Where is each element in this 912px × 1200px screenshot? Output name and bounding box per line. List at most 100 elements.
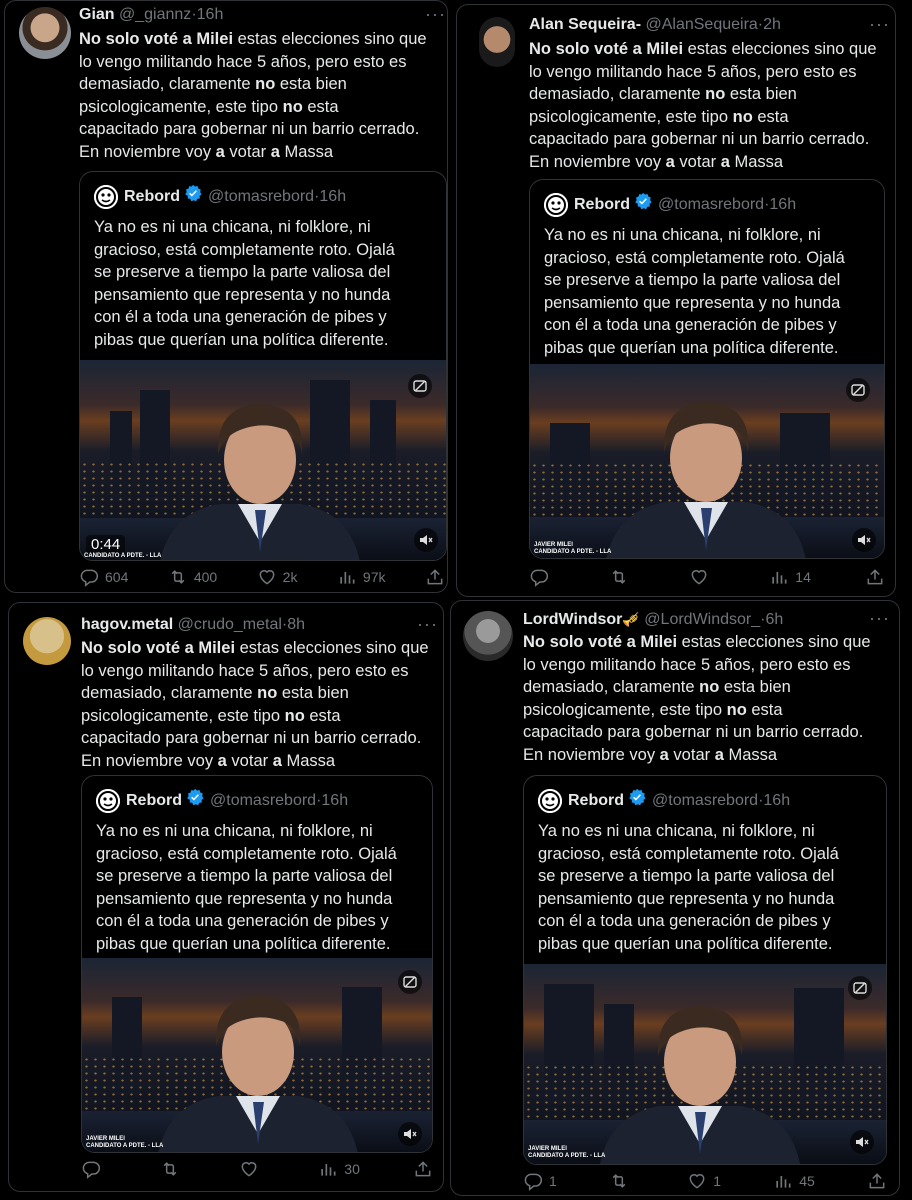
quoted-avatar[interactable] <box>538 788 562 813</box>
retweet-button[interactable] <box>609 567 635 587</box>
quoted-author-handle[interactable]: @tomasrebord <box>652 790 758 812</box>
gif-icon[interactable] <box>846 378 870 402</box>
video-player[interactable]: JAVIER MILEI CANDIDATO A PDTE. - LLA <box>82 958 432 1152</box>
tweet-text-line: demasiado, claramente no esta bien <box>81 684 349 702</box>
like-button[interactable] <box>239 1159 265 1179</box>
quoted-author-handle[interactable]: @tomasrebord <box>208 186 314 208</box>
tweet-card[interactable]: Gian @_giannz·16h ··· No solo voté a Mil… <box>4 0 448 593</box>
retweet-button[interactable] <box>160 1159 186 1179</box>
more-options-icon[interactable]: ··· <box>869 15 890 33</box>
avatar[interactable] <box>23 617 71 665</box>
avatar[interactable] <box>463 611 513 661</box>
quoted-tweet[interactable]: Rebord @tomasrebord · 16h Ya no es ni una … <box>79 171 447 561</box>
author-name[interactable]: Alan Sequeira- <box>529 16 641 33</box>
quoted-avatar[interactable] <box>94 184 118 209</box>
quoted-author-name[interactable]: Rebord <box>124 186 180 208</box>
quoted-text-line: gracioso, está completamente roto. Ojalá <box>538 844 839 863</box>
author-handle[interactable]: @AlanSequeira <box>645 16 757 33</box>
timestamp[interactable]: 2h <box>763 16 781 33</box>
tweet-text-line: No solo voté a Milei estas elecciones si… <box>79 30 427 48</box>
gif-icon[interactable] <box>848 976 872 1000</box>
tweet-text-line: demasiado, claramente no esta bien <box>523 678 791 696</box>
reply-button[interactable]: 604 <box>79 567 128 587</box>
avatar[interactable] <box>479 17 515 67</box>
tweet-card[interactable]: LordWindsor🎺 @LordWindsor_·6h ··· No sol… <box>450 600 900 1196</box>
video-player[interactable]: JAVIER MILEI CANDIDATO A PDTE. - LLA <box>524 964 886 1164</box>
video-player[interactable]: 0:44 CANDIDATO A PDTE. - LLA <box>80 360 446 560</box>
author-name[interactable]: Gian <box>79 6 115 23</box>
quoted-tweet[interactable]: Rebord @tomasrebord · 16h Ya no es ni una … <box>529 179 885 559</box>
video-lower-third: JAVIER MILEI CANDIDATO A PDTE. - LLA <box>534 542 612 555</box>
timestamp[interactable]: 16h <box>197 6 224 23</box>
mute-icon[interactable] <box>850 1130 874 1154</box>
quoted-author-handle[interactable]: @tomasrebord <box>658 194 764 216</box>
quoted-tweet[interactable]: Rebord @tomasrebord · 16h Ya no es ni una … <box>523 775 887 1165</box>
tweet-text-line: No solo voté a Milei estas elecciones si… <box>529 40 877 58</box>
tweet-text-line: En noviembre voy a votar a Massa <box>529 152 784 171</box>
share-icon[interactable] <box>425 567 445 587</box>
avatar[interactable] <box>19 7 71 59</box>
video-speaker <box>600 1006 800 1164</box>
share-icon[interactable] <box>865 567 885 587</box>
views-button[interactable]: 14 <box>769 567 811 587</box>
verified-badge-icon <box>186 788 204 813</box>
quoted-avatar[interactable] <box>96 788 120 813</box>
retweet-button[interactable] <box>609 1171 635 1191</box>
reply-button[interactable]: 1 <box>523 1171 557 1191</box>
author-handle[interactable]: @crudo_metal <box>178 616 282 633</box>
tweet-text-line: demasiado, claramente no esta bien <box>79 75 347 93</box>
more-options-icon[interactable]: ··· <box>869 609 890 627</box>
quoted-author-name[interactable]: Rebord <box>126 790 182 812</box>
retweet-button[interactable]: 400 <box>168 567 217 587</box>
share-icon[interactable] <box>867 1171 887 1191</box>
reply-button[interactable] <box>81 1159 107 1179</box>
quoted-timestamp[interactable]: 16h <box>769 194 796 216</box>
author-handle[interactable]: @_giannz <box>119 6 191 23</box>
timestamp[interactable]: 6h <box>765 611 783 628</box>
author-name[interactable]: hagov.metal <box>81 616 173 633</box>
quoted-text: Ya no es ni una chicana, ni folklore, ni… <box>538 820 839 955</box>
quoted-timestamp[interactable]: 16h <box>321 790 348 812</box>
quoted-text-line: gracioso, está completamente roto. Ojalá <box>96 844 397 863</box>
like-button[interactable]: 1 <box>687 1171 721 1191</box>
gif-icon[interactable] <box>398 970 422 994</box>
views-button[interactable]: 97k <box>337 567 386 587</box>
tweet-text-line: En noviembre voy a votar a Massa <box>523 745 778 764</box>
video-player[interactable]: JAVIER MILEI CANDIDATO A PDTE. - LLA <box>530 364 884 558</box>
quoted-tweet[interactable]: Rebord @tomasrebord · 16h Ya no es ni una … <box>81 775 433 1153</box>
gif-icon[interactable] <box>408 374 432 398</box>
quoted-timestamp[interactable]: 16h <box>763 790 790 812</box>
quoted-author-name[interactable]: Rebord <box>574 194 630 216</box>
view-count: 14 <box>795 569 811 585</box>
tweet-actions: 14 <box>529 567 885 587</box>
tweet-card[interactable]: Alan Sequeira- @AlanSequeira·2h ··· No s… <box>456 4 896 597</box>
more-options-icon[interactable]: ··· <box>425 5 446 23</box>
mute-icon[interactable] <box>414 528 438 552</box>
like-button[interactable]: 2k <box>257 567 297 587</box>
quoted-avatar[interactable] <box>544 192 568 217</box>
author-name[interactable]: LordWindsor <box>523 611 622 628</box>
author-handle[interactable]: @LordWindsor_ <box>644 611 760 628</box>
quoted-text-line: pensamiento que representa y no hunda <box>96 889 393 908</box>
quoted-author-handle[interactable]: @tomasrebord <box>210 790 316 812</box>
views-button[interactable]: 45 <box>773 1171 815 1191</box>
more-options-icon[interactable]: ··· <box>417 615 438 633</box>
like-button[interactable] <box>689 567 715 587</box>
reply-button[interactable] <box>529 567 555 587</box>
mute-icon[interactable] <box>398 1122 422 1146</box>
tweet-actions: 1 1 45 <box>523 1171 887 1191</box>
share-icon[interactable] <box>413 1159 433 1179</box>
mute-icon[interactable] <box>852 528 876 552</box>
quoted-text-line: Ya no es ni una chicana, ni folklore, ni <box>538 822 815 840</box>
tweet-text-line: lo vengo militando hace 5 años, pero est… <box>81 661 409 680</box>
tweet-text: No solo voté a Milei estas elecciones si… <box>523 631 895 766</box>
quoted-timestamp[interactable]: 16h <box>319 186 346 208</box>
tweet-text-line: capacitado para gobernar ni un barrio ce… <box>529 130 870 148</box>
tweet-card[interactable]: hagov.metal @crudo_metal·8h ··· No solo … <box>8 602 444 1192</box>
quoted-text-line: pibas que querían una política diferente… <box>94 330 389 349</box>
tweet-text-line: capacitado para gobernar ni un barrio ce… <box>523 723 864 741</box>
tweet-actions: 604 400 2k 97k <box>79 567 445 587</box>
timestamp[interactable]: 8h <box>287 616 305 633</box>
quoted-author-name[interactable]: Rebord <box>568 790 624 812</box>
views-button[interactable]: 30 <box>318 1159 360 1179</box>
